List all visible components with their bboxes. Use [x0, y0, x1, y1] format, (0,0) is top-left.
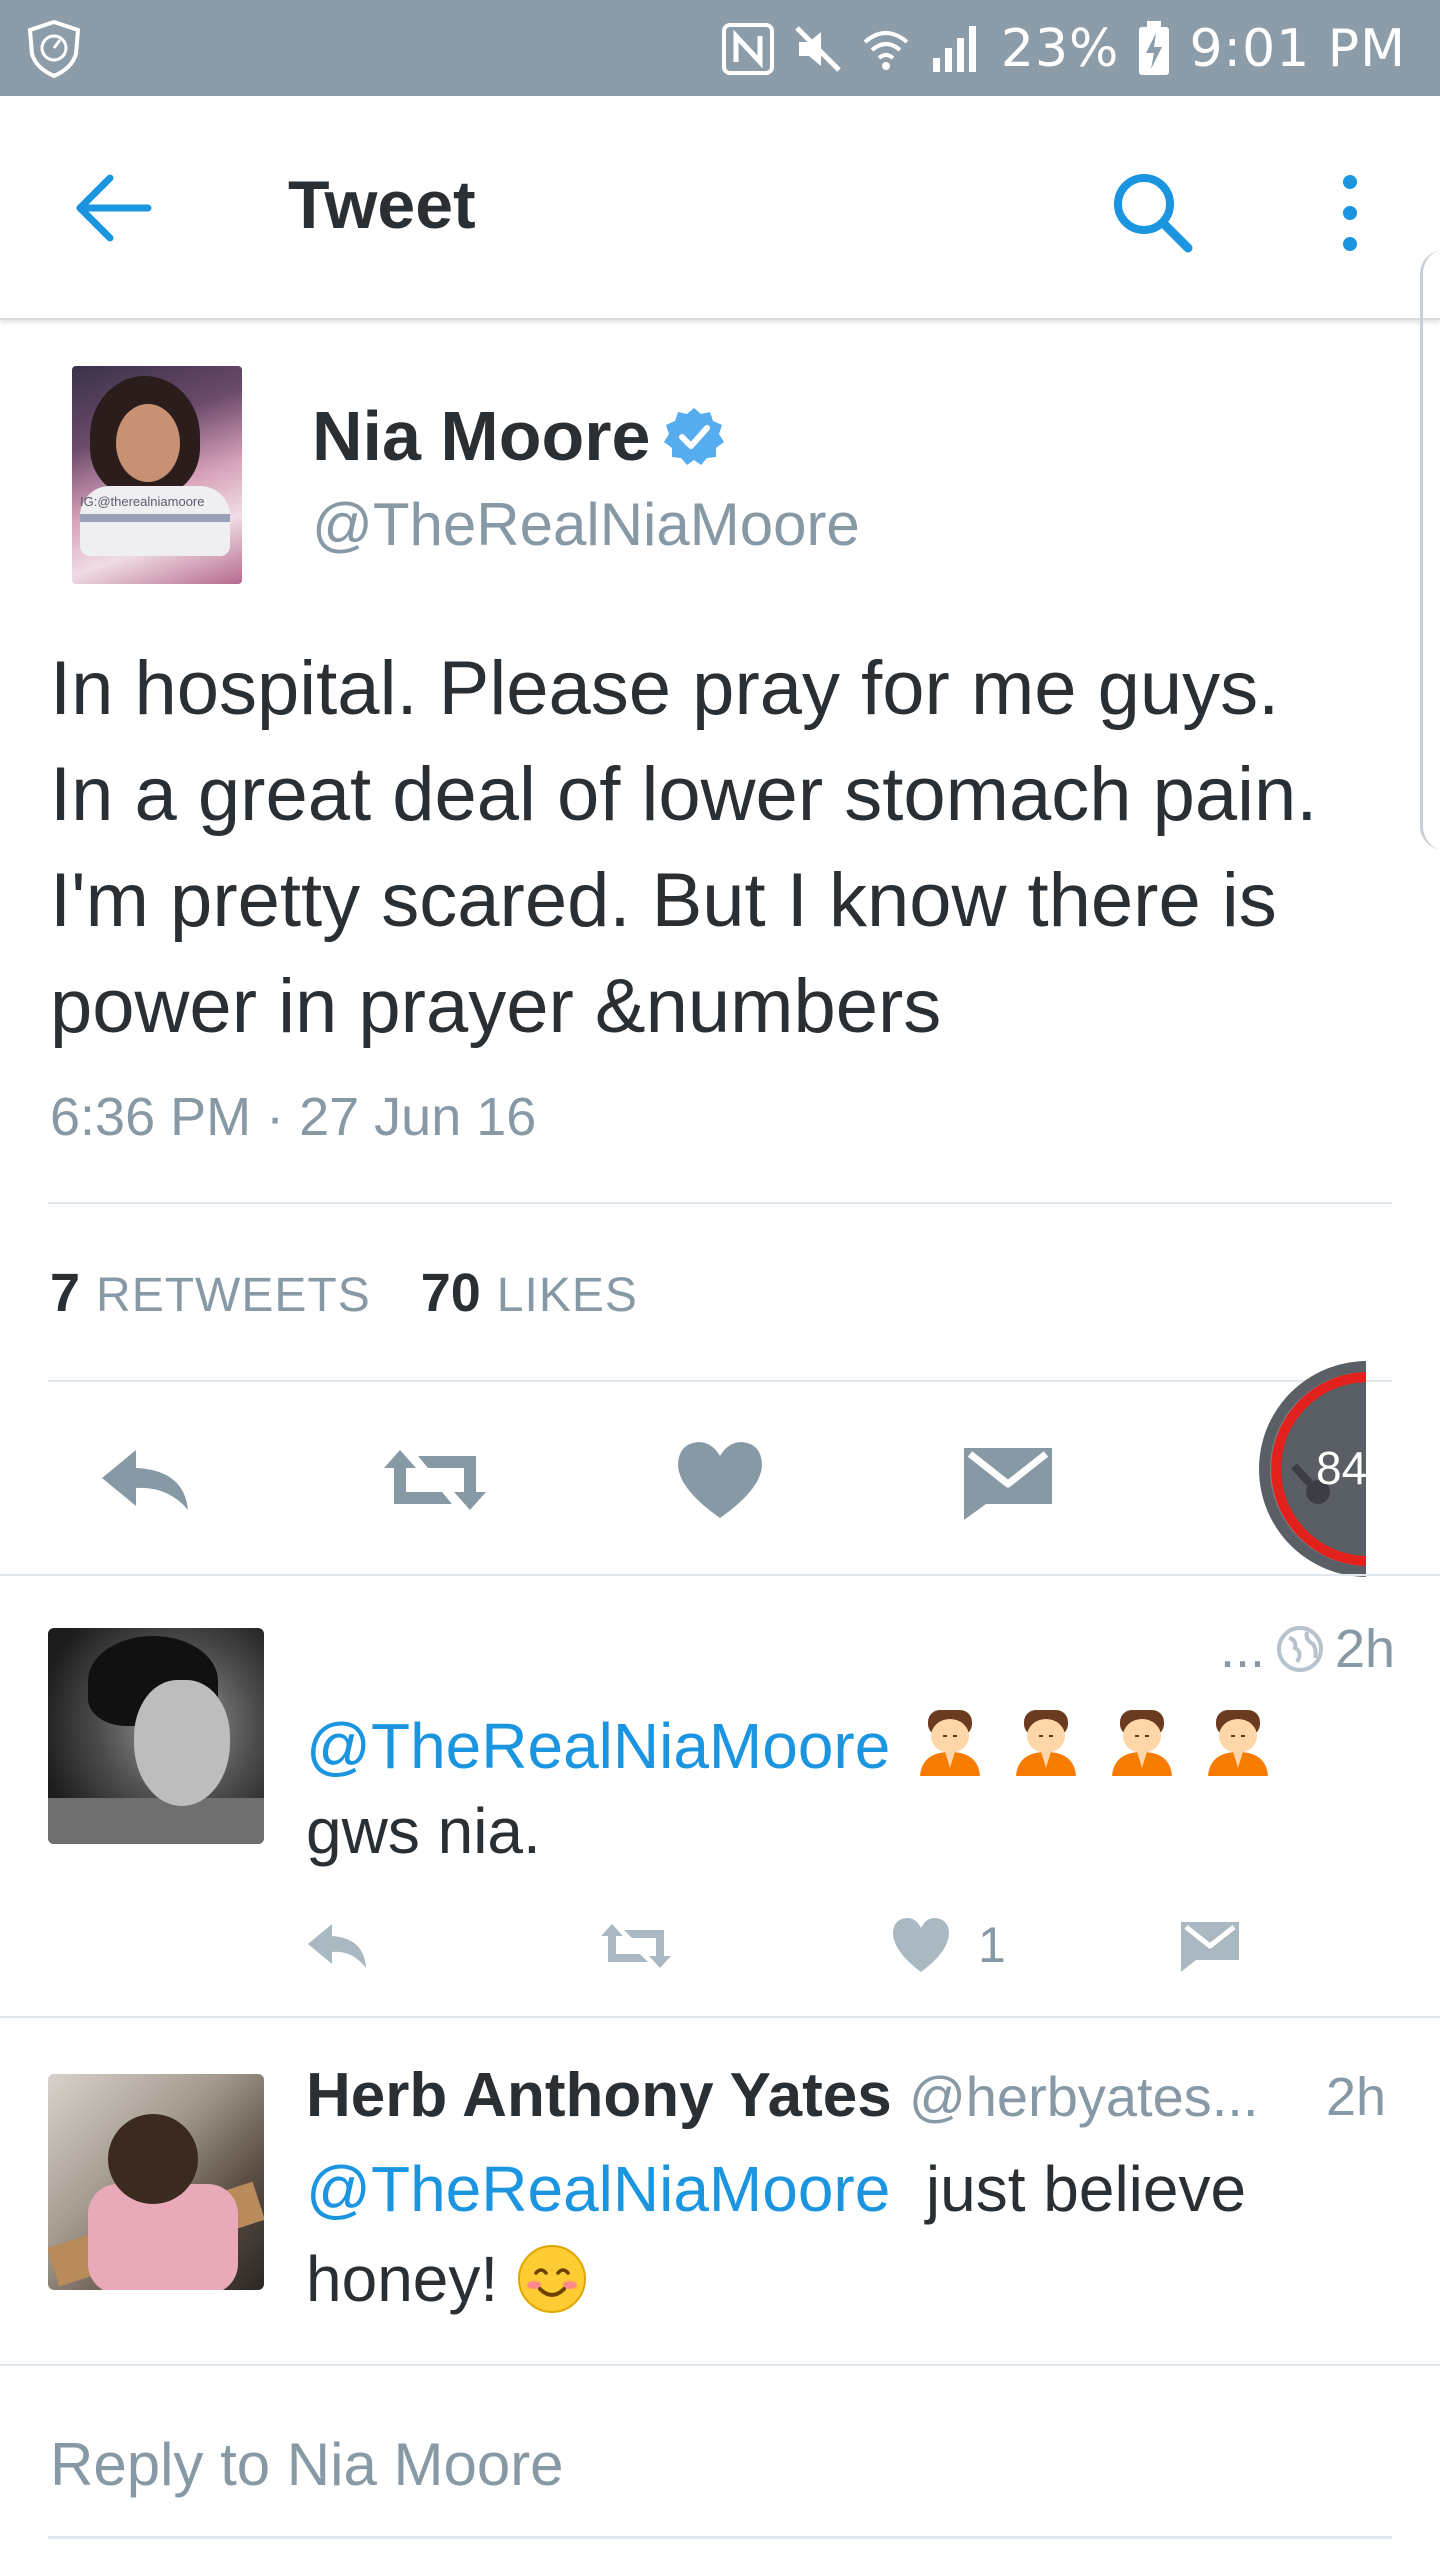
shield-speed-icon — [27, 19, 81, 78]
tweet-text: In hospital. Please pray for me guys. In… — [50, 636, 1410, 1060]
author-name[interactable]: Nia Moore — [312, 396, 725, 476]
avatar-caption: IG:@therealniamoore — [80, 494, 205, 509]
author-handle[interactable]: @TheRealNiaMoore — [312, 490, 860, 559]
globe-icon — [1277, 1626, 1324, 1672]
like-count[interactable]: 70 — [421, 1262, 481, 1324]
tweet-line: power in prayer &numbers — [50, 964, 942, 1049]
like-heart-icon[interactable] — [888, 1916, 954, 1976]
reply-text: @TheRealNiaMoore just believe — [306, 2152, 1246, 2226]
folded-hands-person-emoji-icon — [1112, 1710, 1173, 1776]
divider — [0, 2016, 1440, 2018]
divider — [48, 1380, 1392, 1382]
smiling-face-emoji-icon — [518, 2245, 587, 2313]
author-avatar[interactable]: IG:@therealniamoore — [72, 366, 242, 584]
reply-text: @TheRealNiaMoore — [306, 1706, 1274, 1783]
clock: 9:01 PM — [1189, 19, 1406, 79]
mute-icon — [795, 26, 841, 72]
toolbar: Tweet — [0, 96, 1440, 320]
tweet-timestamp: 6:36 PM · 27 Jun 16 — [50, 1087, 537, 1147]
reply-age: 2h — [1326, 2067, 1387, 2127]
tweet-line: In hospital. Please pray for me guys. — [50, 646, 1280, 731]
edge-panel-handle[interactable] — [1420, 250, 1440, 850]
tweet-actions — [0, 1400, 1440, 1560]
reply-like-count: 1 — [978, 1917, 1006, 1973]
reply-author-name: Herb Anthony Yates — [306, 2061, 892, 2130]
reply-text-line: just believe — [925, 2153, 1247, 2225]
retweet-label[interactable]: RETWEETS — [96, 1268, 371, 1323]
like-heart-icon[interactable] — [670, 1440, 770, 1520]
floating-speed-badge[interactable]: 84 — [1254, 1356, 1366, 1582]
status-bar: 23% 9:01 PM — [0, 0, 1440, 96]
divider — [0, 2364, 1440, 2366]
speed-badge-count: 84 — [1316, 1442, 1366, 1494]
reply-text-continued: honey! — [306, 2242, 588, 2316]
page-title: Tweet — [288, 167, 476, 243]
author-name-text: Nia Moore — [312, 397, 651, 475]
battery-percent: 23% — [1000, 19, 1120, 79]
reply-age: 2h — [1335, 1619, 1396, 1679]
verified-badge-icon — [664, 408, 725, 465]
mention-link[interactable]: @TheRealNiaMoore — [306, 1710, 890, 1782]
direct-message-icon[interactable] — [960, 1440, 1056, 1520]
folded-hands-person-emoji-icon — [1016, 1710, 1077, 1776]
engagement-stats: 7 RETWEETS 70 LIKES — [50, 1262, 638, 1324]
reply-author[interactable]: Herb Anthony Yates @herbyates... — [306, 2060, 1258, 2131]
retweet-count[interactable]: 7 — [50, 1262, 80, 1324]
like-label[interactable]: LIKES — [497, 1268, 638, 1323]
folded-hands-person-emoji-icon — [1208, 1710, 1269, 1776]
reply-meta: ... 2h — [1220, 1618, 1395, 1680]
reply-actions: 1 — [0, 1916, 1440, 1986]
battery-charging-icon — [1139, 21, 1170, 75]
more-options-icon[interactable] — [1330, 168, 1370, 258]
reply-input[interactable]: Reply to Nia Moore — [50, 2430, 564, 2499]
tweet-line: I'm pretty scared. But I know there is — [50, 858, 1277, 943]
tweet-line: In a great deal of lower stomach pain. — [50, 752, 1318, 837]
folded-hands-person-emoji-icon — [920, 1710, 981, 1776]
retweet-icon[interactable] — [380, 1440, 490, 1520]
nfc-icon — [721, 23, 774, 75]
reply-input-underline — [48, 2536, 1392, 2539]
divider — [0, 1574, 1440, 1576]
reply-avatar[interactable] — [48, 2074, 264, 2290]
retweet-icon[interactable] — [598, 1916, 674, 1976]
search-icon[interactable] — [1108, 168, 1198, 258]
signal-icon — [932, 26, 976, 72]
reply-icon[interactable] — [96, 1440, 196, 1520]
direct-message-icon[interactable] — [1178, 1916, 1242, 1976]
speedometer-icon: 84 — [1259, 1361, 1366, 1577]
truncation-ellipsis: ... — [1220, 1619, 1266, 1679]
reply-avatar[interactable] — [48, 1628, 264, 1844]
reply-icon[interactable] — [304, 1916, 370, 1976]
mention-link[interactable]: @TheRealNiaMoore — [306, 2153, 890, 2225]
divider — [48, 1202, 1392, 1204]
reply-text-line: gws nia. — [306, 1795, 541, 1867]
wifi-icon — [863, 31, 909, 70]
back-arrow-icon[interactable] — [70, 168, 156, 248]
reply-text-line: honey! — [306, 2243, 499, 2315]
reply-author-handle: @herbyates... — [908, 2065, 1259, 2128]
